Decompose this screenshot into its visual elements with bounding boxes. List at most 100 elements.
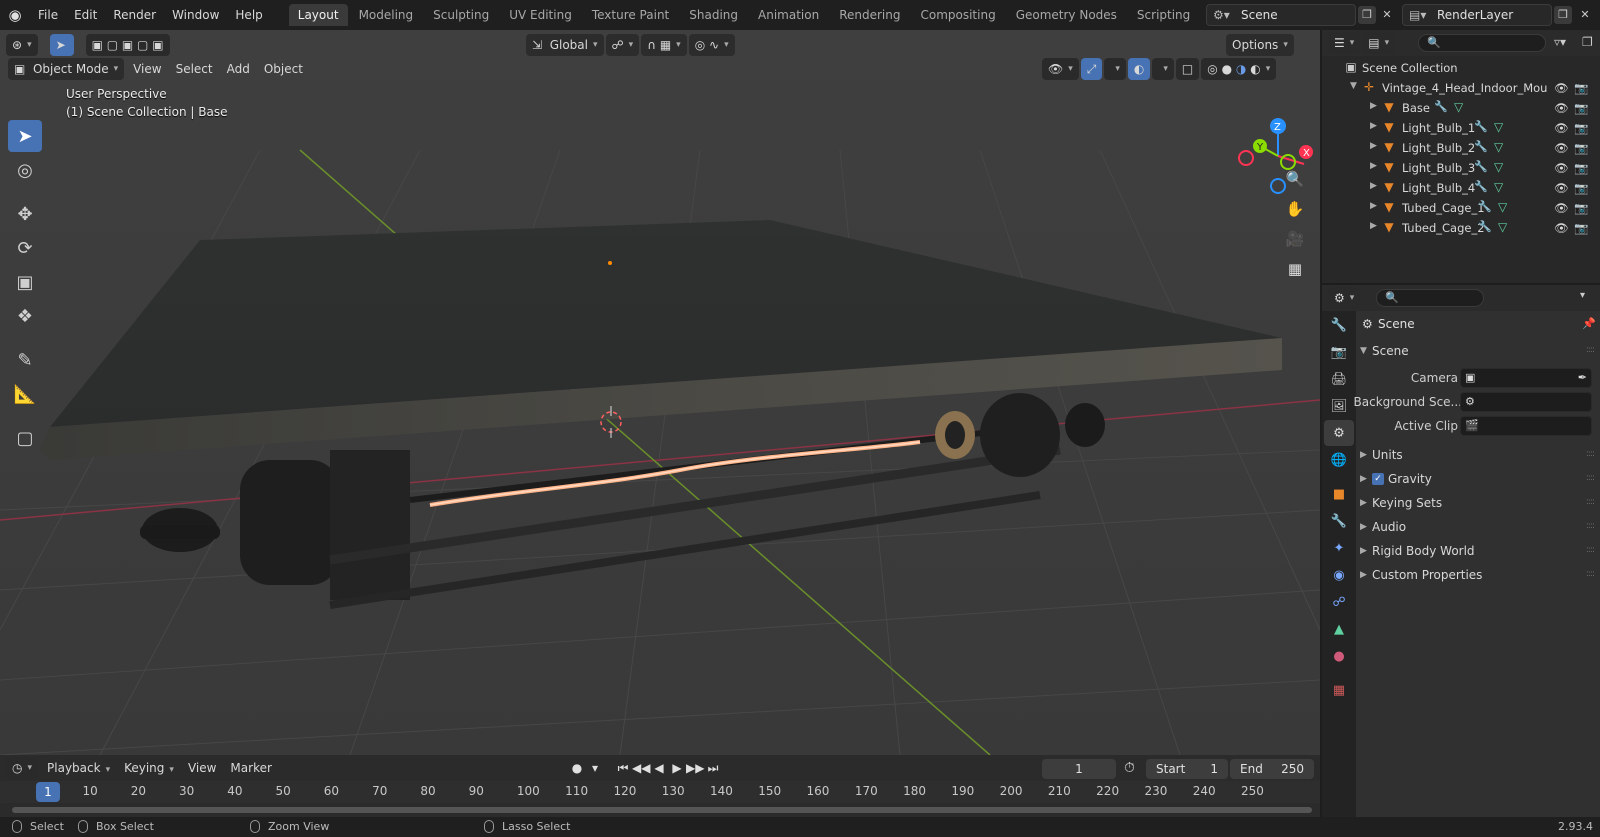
menu-select[interactable]: Select bbox=[169, 58, 220, 80]
xray-toggle[interactable]: □ bbox=[1175, 58, 1200, 80]
tab-modeling[interactable]: Modeling bbox=[350, 4, 423, 26]
zoom-icon[interactable]: 🔍 bbox=[1282, 166, 1308, 192]
proportional-edit-toggle[interactable]: ◎ ∿ ▾ bbox=[688, 34, 735, 56]
visibility-eye-icon[interactable]: 👁 bbox=[1554, 201, 1569, 215]
editor-type-button[interactable]: ⊛ ▾ bbox=[6, 34, 38, 56]
modifier-wrench-icon[interactable]: 🔧 bbox=[1478, 220, 1492, 233]
object-tab-icon[interactable]: ■ bbox=[1324, 481, 1354, 507]
drag-grip-icon[interactable]: :::: bbox=[1586, 545, 1595, 555]
view-layer-selector[interactable]: ▤▾ RenderLayer bbox=[1402, 4, 1552, 26]
visibility-eye-icon[interactable]: 👁 bbox=[1554, 81, 1569, 95]
menu-timeline-view[interactable]: View bbox=[181, 757, 223, 779]
gizmo-dropdown[interactable]: ▾ bbox=[1104, 58, 1126, 80]
units-panel-header[interactable]: ▶ Units :::: bbox=[1356, 445, 1600, 467]
properties-options-icon[interactable]: ▾ bbox=[1580, 290, 1585, 301]
tab-geometry-nodes[interactable]: Geometry Nodes bbox=[1007, 4, 1126, 26]
collection-row[interactable]: ▼ ✛ Vintage_4_Head_Indoor_Mou 👁 📷 bbox=[1322, 78, 1600, 98]
modifier-wrench-icon[interactable]: 🔧 bbox=[1474, 140, 1488, 153]
tool-tab-icon[interactable]: 🔧 bbox=[1324, 312, 1354, 338]
navigation-gizmo[interactable]: Z X Y bbox=[1228, 116, 1320, 206]
render-camera-icon[interactable]: 📷 bbox=[1574, 181, 1588, 195]
drag-grip-icon[interactable]: :::: bbox=[1586, 345, 1595, 355]
display-mode-dropdown[interactable]: ▤ ▾ bbox=[1362, 32, 1396, 54]
constraints-tab-icon[interactable]: ☍ bbox=[1324, 589, 1354, 615]
modifier-tab-icon[interactable]: 🔧 bbox=[1324, 508, 1354, 534]
record-icon[interactable]: ● bbox=[568, 759, 586, 777]
modifier-wrench-icon[interactable]: 🔧 bbox=[1474, 180, 1488, 193]
shading-modes[interactable]: ◎ ● ◑ ◐ ▾ bbox=[1201, 58, 1277, 80]
gizmo-toggle[interactable]: ⤢ bbox=[1080, 58, 1103, 80]
menu-file[interactable]: File bbox=[30, 4, 66, 26]
render-camera-icon[interactable]: 📷 bbox=[1574, 121, 1588, 135]
scale-tool-icon[interactable]: ▣ bbox=[8, 266, 42, 298]
current-frame-field[interactable]: 1 bbox=[1042, 759, 1116, 779]
outliner-search-input[interactable]: 🔍 bbox=[1418, 34, 1546, 52]
options-dropdown[interactable]: Options ▾ bbox=[1226, 34, 1294, 56]
background-scene-field[interactable]: ⚙ bbox=[1460, 392, 1592, 412]
blender-logo-icon[interactable]: ◉ bbox=[0, 0, 30, 30]
view-layer-tab-icon[interactable]: 🖼 bbox=[1324, 393, 1354, 419]
expand-arrow-icon[interactable]: ▶ bbox=[1370, 121, 1377, 131]
tab-texture-paint[interactable]: Texture Paint bbox=[583, 4, 678, 26]
scene-collection-row[interactable]: ▣ Scene Collection bbox=[1322, 58, 1600, 78]
mesh-data-icon[interactable]: ▽ bbox=[1494, 120, 1503, 134]
gravity-checkbox[interactable]: ✓ bbox=[1372, 473, 1384, 485]
scene-panel-header[interactable]: ▼ Scene :::: bbox=[1356, 341, 1600, 363]
tab-animation[interactable]: Animation bbox=[749, 4, 828, 26]
play-reverse-icon[interactable]: ◀ bbox=[650, 759, 668, 777]
properties-editor-type[interactable]: ⚙ ▾ bbox=[1328, 287, 1361, 309]
pan-hand-icon[interactable]: ✋ bbox=[1282, 196, 1308, 222]
pivot-point-dropdown[interactable]: ☍ ▾ bbox=[605, 34, 640, 56]
menu-edit[interactable]: Edit bbox=[66, 4, 105, 26]
render-camera-icon[interactable]: 📷 bbox=[1574, 81, 1588, 95]
drag-grip-icon[interactable]: :::: bbox=[1586, 473, 1595, 483]
mesh-data-icon[interactable]: ▽ bbox=[1494, 180, 1503, 194]
mesh-data-icon[interactable]: ▽ bbox=[1494, 160, 1503, 174]
new-scene-button[interactable]: ❐ bbox=[1358, 6, 1376, 24]
filter-icon[interactable]: ▿▾ bbox=[1554, 35, 1566, 49]
outliner-object-row[interactable]: ▶ ▼ Light_Bulb_3 🔧 ▽ 👁 📷 bbox=[1322, 158, 1600, 178]
outliner-editor-type[interactable]: ☰ ▾ bbox=[1328, 32, 1361, 54]
start-frame-field[interactable]: Start 1 bbox=[1146, 759, 1228, 779]
overlays-toggle[interactable]: ◐ bbox=[1127, 58, 1151, 80]
expand-arrow-icon[interactable]: ▶ bbox=[1370, 101, 1377, 111]
jump-start-icon[interactable]: ⏮ bbox=[614, 759, 632, 777]
menu-help[interactable]: Help bbox=[227, 4, 270, 26]
overlays-dropdown[interactable]: ▾ bbox=[1152, 58, 1174, 80]
mesh-data-icon[interactable]: ▽ bbox=[1454, 100, 1463, 114]
eyedropper-icon[interactable]: ✒ bbox=[1578, 371, 1587, 384]
render-camera-icon[interactable]: 📷 bbox=[1574, 101, 1588, 115]
drag-grip-icon[interactable]: :::: bbox=[1586, 449, 1595, 459]
pin-icon[interactable]: 📌 bbox=[1582, 317, 1596, 330]
keying-sets-panel-header[interactable]: ▶ Keying Sets :::: bbox=[1356, 493, 1600, 515]
tab-rendering[interactable]: Rendering bbox=[830, 4, 909, 26]
visibility-eye-icon[interactable]: 👁 bbox=[1554, 101, 1569, 115]
tab-sculpting[interactable]: Sculpting bbox=[424, 4, 498, 26]
visibility-eye-icon[interactable]: 👁 bbox=[1554, 181, 1569, 195]
menu-add[interactable]: Add bbox=[220, 58, 257, 80]
record-dropdown-icon[interactable]: ▾ bbox=[586, 759, 604, 777]
selection-mode-icons[interactable]: ▣ ▢ ▣ ▢ ▣ bbox=[85, 34, 170, 56]
transform-tool-icon[interactable]: ❖ bbox=[8, 300, 42, 332]
audio-panel-header[interactable]: ▶ Audio :::: bbox=[1356, 517, 1600, 539]
rotate-tool-icon[interactable]: ⟳ bbox=[8, 232, 42, 264]
timeline-scrollbar[interactable] bbox=[12, 807, 1312, 813]
world-tab-icon[interactable]: 🌐 bbox=[1324, 447, 1354, 473]
annotate-tool-icon[interactable]: ✎ bbox=[8, 344, 42, 376]
ortho-grid-icon[interactable]: ▦ bbox=[1282, 256, 1308, 282]
select-tool-mode-icon[interactable]: ➤ bbox=[49, 34, 74, 56]
visibility-eye-icon[interactable]: 👁 bbox=[1554, 121, 1569, 135]
3d-viewport[interactable]: ⊛ ▾ ➤ ▣ ▢ ▣ ▢ ▣ ⇲ Global ▾ ☍ ▾ ∩ ▦ ▾ ◎ ∿ ▾ Op… bbox=[0, 30, 1320, 755]
expand-arrow-icon[interactable]: ▶ bbox=[1370, 181, 1377, 191]
mesh-data-icon[interactable]: ▽ bbox=[1494, 140, 1503, 154]
camera-field[interactable]: ▣ ✒ bbox=[1460, 368, 1592, 388]
tab-shading[interactable]: Shading bbox=[680, 4, 747, 26]
modifier-wrench-icon[interactable]: 🔧 bbox=[1478, 200, 1492, 213]
visibility-eye-icon[interactable]: 👁 bbox=[1554, 161, 1569, 175]
visibility-dropdown[interactable]: 👁 ▾ bbox=[1042, 58, 1079, 80]
menu-marker[interactable]: Marker bbox=[223, 757, 278, 779]
expand-arrow-icon[interactable]: ▶ bbox=[1370, 161, 1377, 171]
tab-uv-editing[interactable]: UV Editing bbox=[500, 4, 581, 26]
menu-render[interactable]: Render bbox=[105, 4, 164, 26]
jump-end-icon[interactable]: ⏭ bbox=[704, 759, 722, 777]
